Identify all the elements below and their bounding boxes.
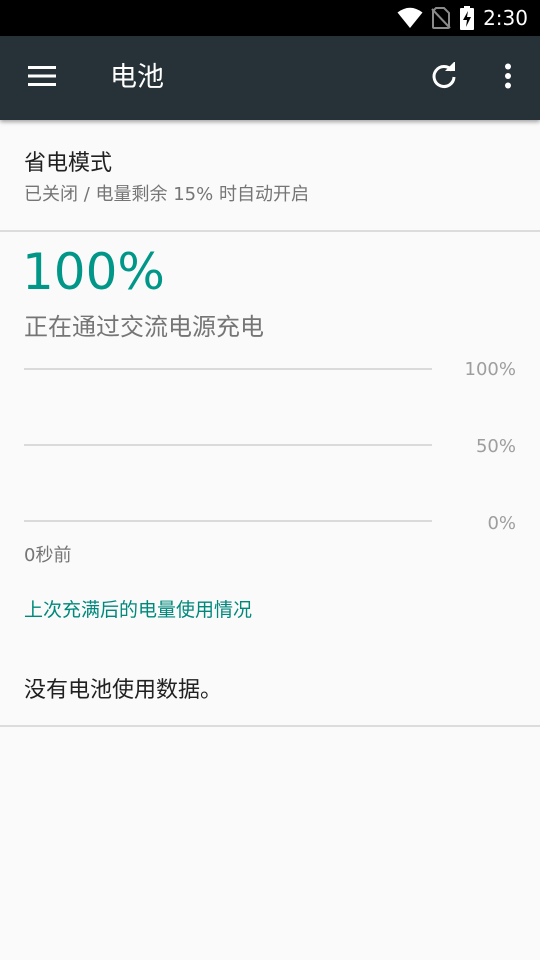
- battery-saver-item[interactable]: 省电模式 已关闭 / 电量剩余 15% 时自动开启: [0, 120, 540, 230]
- wifi-icon: [397, 7, 423, 29]
- refresh-button[interactable]: [420, 56, 468, 100]
- chart-gridline-bottom: [24, 520, 432, 522]
- chart-label-0: 0%: [487, 513, 516, 534]
- battery-saver-summary: 已关闭 / 电量剩余 15% 时自动开启: [24, 184, 309, 205]
- more-options-button[interactable]: [484, 56, 532, 100]
- status-icons: 2:30: [397, 0, 528, 36]
- battery-charging-icon: [459, 6, 475, 30]
- battery-level: 100%: [22, 243, 165, 301]
- chart-gridline-middle: [24, 444, 432, 446]
- chart-label-50: 50%: [475, 436, 516, 457]
- divider-bottom: [0, 725, 540, 727]
- menu-icon: [28, 66, 56, 90]
- status-bar: 2:30: [0, 0, 540, 36]
- chart-label-100: 100%: [464, 359, 516, 380]
- chart-gridline-top: [24, 368, 432, 370]
- refresh-icon: [430, 61, 458, 94]
- usage-since-full-charge-link[interactable]: 上次充满后的电量使用情况: [24, 595, 252, 622]
- status-time: 2:30: [483, 6, 528, 30]
- no-usage-data-text: 没有电池使用数据。: [24, 678, 223, 703]
- page-title: 电池: [110, 62, 164, 93]
- app-bar: 电池: [0, 36, 540, 120]
- menu-button[interactable]: [18, 56, 66, 100]
- divider: [0, 230, 540, 232]
- more-vert-icon: [504, 63, 512, 93]
- charging-status: 正在通过交流电源充电: [24, 313, 264, 341]
- no-sim-icon: [431, 7, 451, 29]
- battery-saver-title: 省电模式: [24, 151, 113, 176]
- chart-time-label: 0秒前: [24, 545, 72, 566]
